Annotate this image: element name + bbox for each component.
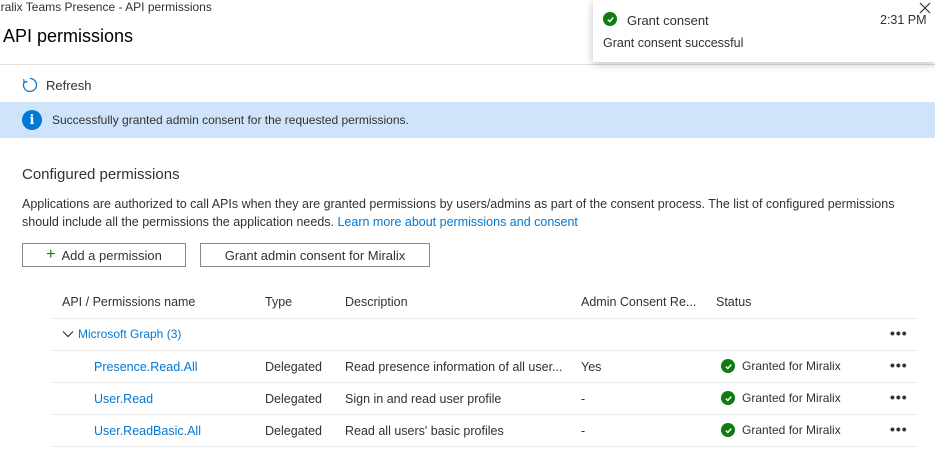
status-text: Granted for Miralix bbox=[742, 391, 841, 405]
admin-consent-value: - bbox=[581, 392, 586, 406]
section-description: Applications are authorized to call APIs… bbox=[22, 195, 902, 231]
permission-type: Delegated bbox=[265, 424, 322, 438]
add-permission-button[interactable]: + Add a permission bbox=[22, 243, 186, 267]
row-divider bbox=[52, 350, 918, 351]
page-title: API permissions bbox=[3, 26, 134, 46]
permission-description: Sign in and read user profile bbox=[345, 392, 502, 406]
refresh-icon bbox=[22, 77, 38, 93]
row-divider bbox=[52, 382, 918, 383]
toast-time: 2:31 PM bbox=[880, 13, 927, 27]
status-text: Granted for Miralix bbox=[742, 423, 841, 437]
row-more-options-button[interactable]: ••• bbox=[890, 357, 908, 373]
permission-name-link[interactable]: User.ReadBasic.All bbox=[94, 424, 201, 438]
admin-consent-value: Yes bbox=[581, 360, 602, 374]
column-header-name[interactable]: API / Permissions name bbox=[62, 295, 195, 309]
status-badge: Granted for Miralix bbox=[721, 391, 841, 405]
chevron-down-icon bbox=[62, 331, 74, 338]
status-badge: Granted for Miralix bbox=[721, 359, 841, 373]
permission-description: Read all users' basic profiles bbox=[345, 424, 504, 438]
check-circle-icon bbox=[603, 12, 617, 26]
permission-description: Read presence information of all user... bbox=[345, 360, 563, 374]
plus-icon: + bbox=[46, 246, 56, 263]
toast-notification: Grant consent 2:31 PM Grant consent succ… bbox=[593, 0, 935, 62]
row-divider bbox=[52, 414, 918, 415]
toolbar: Refresh bbox=[22, 74, 92, 96]
group-label: Microsoft Graph (3) bbox=[78, 327, 182, 341]
row-more-options-button[interactable]: ••• bbox=[890, 421, 908, 437]
admin-consent-value: - bbox=[581, 424, 586, 438]
refresh-button[interactable]: Refresh bbox=[22, 77, 92, 93]
permission-name-link[interactable]: User.Read bbox=[94, 392, 153, 406]
header-divider bbox=[0, 64, 935, 65]
status-badge: Granted for Miralix bbox=[721, 423, 841, 437]
column-header-status[interactable]: Status bbox=[716, 295, 751, 309]
close-icon[interactable] bbox=[919, 2, 931, 14]
row-more-options-button[interactable]: ••• bbox=[890, 389, 908, 405]
column-header-description[interactable]: Description bbox=[345, 295, 408, 309]
column-header-type[interactable]: Type bbox=[265, 295, 292, 309]
row-divider bbox=[52, 318, 918, 319]
breadcrumb: iralix Teams Presence - API permissions bbox=[0, 0, 212, 14]
check-circle-icon bbox=[721, 391, 735, 405]
permission-name-link[interactable]: Presence.Read.All bbox=[94, 360, 198, 374]
status-text: Granted for Miralix bbox=[742, 359, 841, 373]
row-divider bbox=[52, 446, 918, 447]
group-more-options-button[interactable]: ••• bbox=[890, 325, 908, 341]
permission-type: Delegated bbox=[265, 392, 322, 406]
grant-admin-consent-button[interactable]: Grant admin consent for Miralix bbox=[200, 243, 430, 267]
banner-text: Successfully granted admin consent for t… bbox=[52, 113, 409, 127]
permission-type: Delegated bbox=[265, 360, 322, 374]
info-banner: i Successfully granted admin consent for… bbox=[0, 102, 935, 138]
check-circle-icon bbox=[721, 423, 735, 437]
column-header-admin-consent[interactable]: Admin Consent Re... bbox=[581, 295, 696, 309]
toast-message: Grant consent successful bbox=[603, 36, 744, 50]
info-icon: i bbox=[22, 110, 42, 130]
section-title: Configured permissions bbox=[22, 166, 180, 183]
group-toggle-microsoft-graph[interactable]: Microsoft Graph (3) bbox=[62, 327, 181, 341]
check-circle-icon bbox=[721, 359, 735, 373]
refresh-label: Refresh bbox=[46, 77, 92, 93]
toast-title: Grant consent bbox=[627, 13, 709, 28]
add-permission-label: Add a permission bbox=[61, 247, 162, 263]
learn-more-link[interactable]: Learn more about permissions and consent bbox=[337, 215, 577, 229]
